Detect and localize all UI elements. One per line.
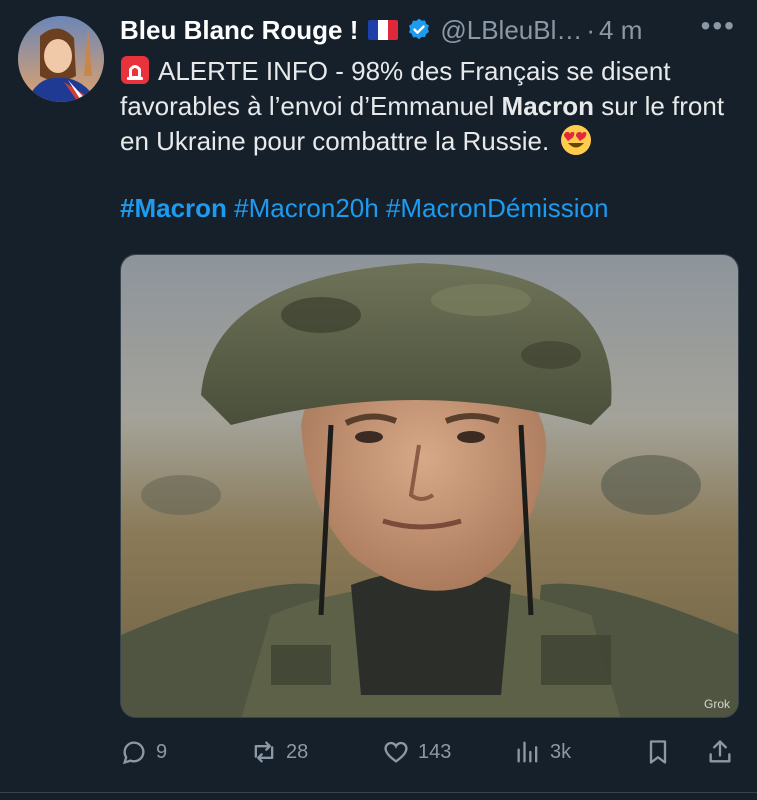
grok-watermark: Grok: [703, 697, 730, 711]
bookmark-icon: [649, 740, 667, 764]
siren-emoji-icon: [121, 56, 149, 84]
tweet-text-bold: Macron: [501, 91, 595, 121]
reply-icon: [122, 741, 145, 765]
tweet-image[interactable]: Grok: [120, 254, 739, 718]
hashtag-macron20h[interactable]: #Macron20h: [234, 193, 379, 223]
like-count: 143: [418, 740, 452, 763]
time-separator: ·: [586, 14, 596, 45]
hashtags: #Macron #Macron20h #MacronDémission: [120, 193, 740, 224]
like-button[interactable]: 143: [382, 738, 451, 766]
repost-icon: [254, 741, 274, 763]
share-button[interactable]: [706, 738, 742, 766]
share-icon: [709, 740, 731, 763]
repost-count: 28: [286, 740, 309, 763]
soldier-portrait-image: [121, 255, 738, 717]
verified-badge-icon[interactable]: [406, 17, 432, 43]
timestamp[interactable]: 4 m: [599, 15, 642, 46]
views-count: 3k: [550, 740, 572, 763]
views-button[interactable]: 3k: [514, 738, 571, 766]
tweet-text: ALERTE INFO - 98% des Français se disent…: [120, 54, 740, 159]
hashtag-macron[interactable]: #Macron: [120, 193, 227, 223]
repost-button[interactable]: 28: [250, 738, 308, 766]
hashtag-macrondemission[interactable]: #MacronDémission: [386, 193, 609, 223]
reply-button[interactable]: 9: [120, 738, 167, 766]
display-name[interactable]: Bleu Blanc Rouge !: [120, 15, 358, 46]
heart-eyes-emoji-icon: [561, 125, 592, 155]
heart-icon: [384, 741, 408, 763]
tweet-content: Bleu Blanc Rouge ! @LBleuBl… · 4 m ••• A…: [120, 10, 740, 224]
bookmark-button[interactable]: [644, 738, 680, 766]
tweet-header: Bleu Blanc Rouge ! @LBleuBl… · 4 m: [120, 10, 740, 50]
tweet-divider: [0, 792, 757, 793]
france-flag-icon: [368, 20, 399, 40]
more-options-icon[interactable]: •••: [701, 10, 736, 42]
author-handle[interactable]: @LBleuBl…: [440, 15, 582, 46]
avatar[interactable]: [18, 16, 104, 102]
action-bar: 9 28 143 3k: [120, 730, 740, 774]
reply-count: 9: [156, 740, 168, 763]
tweet: Bleu Blanc Rouge ! @LBleuBl… · 4 m ••• A…: [0, 0, 757, 800]
views-icon: [517, 741, 538, 763]
